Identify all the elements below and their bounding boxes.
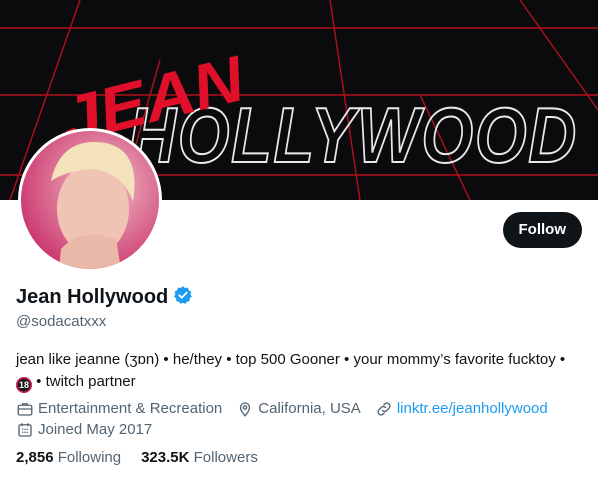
profile-link-url[interactable]: linktr.ee/jeanhollywood [397, 398, 548, 419]
following-count: 2,856 [16, 449, 54, 466]
profile-stats: 2,856 Following 323.5K Followers [16, 449, 258, 466]
category-label: Entertainment & Recreation [38, 400, 223, 417]
bio-text-2: • twitch partner [36, 373, 136, 390]
calendar-icon [18, 422, 32, 437]
followers-count: 323.5K [141, 449, 190, 466]
location-label: California, USA [258, 400, 361, 417]
verified-badge-icon[interactable] [173, 285, 193, 310]
joined-label: Joined May 2017 [38, 421, 153, 438]
followers-label: Followers [193, 449, 258, 466]
profile-joined: Joined May 2017 [16, 419, 152, 440]
avatar-photo [21, 131, 159, 269]
link-icon [377, 401, 391, 416]
profile-name-row: Jean Hollywood [16, 285, 193, 310]
followers-link[interactable]: 323.5K Followers [141, 449, 258, 466]
display-name: Jean Hollywood [16, 286, 169, 308]
bio-text: jean like jeanne (ʒɒn) • he/they • top 5… [16, 351, 566, 368]
following-link[interactable]: 2,856 Following [16, 449, 121, 466]
profile-meta: Entertainment & Recreation California, U… [16, 398, 586, 440]
profile-link[interactable]: linktr.ee/jeanhollywood [375, 398, 548, 419]
briefcase-icon [17, 402, 33, 416]
avatar[interactable] [18, 128, 162, 272]
profile-bio: jean like jeanne (ʒɒn) • he/they • top 5… [16, 349, 586, 393]
profile-handle: @sodacatxxx [16, 313, 107, 330]
following-label: Following [57, 449, 122, 466]
location-pin-icon [240, 401, 251, 417]
follow-button[interactable]: Follow [502, 212, 582, 248]
adult-18-icon: 18 [16, 377, 32, 393]
profile-category: Entertainment & Recreation [16, 398, 222, 419]
profile-location: California, USA [236, 398, 361, 419]
